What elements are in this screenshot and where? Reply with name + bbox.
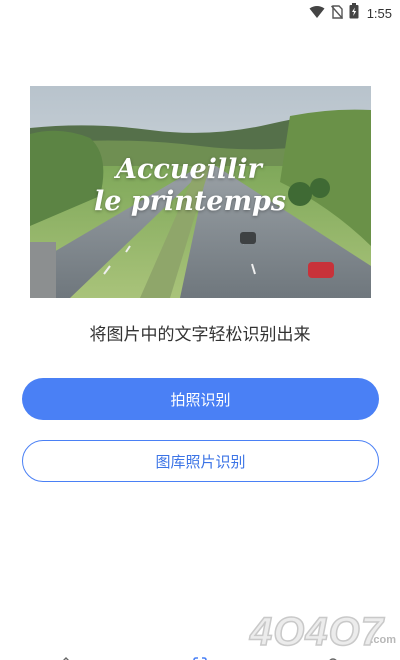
profile-icon[interactable] <box>326 650 340 660</box>
camera-recognize-button[interactable]: 拍照识别 <box>22 378 379 420</box>
status-time: 1:55 <box>366 5 392 21</box>
hero-caption-line1: Accueillir <box>116 154 262 185</box>
subtitle: 将图片中的文字轻松识别出来 <box>89 325 311 345</box>
scan-icon[interactable] <box>193 650 207 660</box>
status-icons: 1:55 <box>309 3 392 23</box>
hero-caption-line2: le printemps <box>94 186 287 217</box>
wifi-icon <box>309 4 325 23</box>
bottom-nav <box>0 648 400 660</box>
watermark-suffix: .com <box>370 634 396 646</box>
gallery-recognize-button[interactable]: 图库照片识别 <box>22 440 379 482</box>
hero-caption: Accueillir le printemps <box>94 154 286 218</box>
status-bar: 1:55 <box>0 0 400 26</box>
hero-image: Accueillir le printemps <box>30 86 371 298</box>
battery-charging-icon <box>349 3 359 23</box>
home-icon[interactable] <box>59 650 73 660</box>
no-sim-icon <box>330 4 343 23</box>
